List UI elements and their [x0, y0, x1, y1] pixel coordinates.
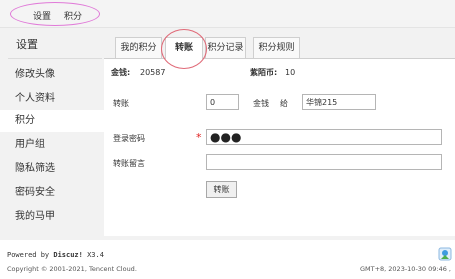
gold-label: 金钱:: [111, 68, 131, 77]
sidebar-item-vest[interactable]: 我的马甲: [0, 206, 104, 228]
gold-value: 20587: [140, 68, 166, 77]
highlight-oval: [10, 2, 100, 26]
message-label: 转账留言: [113, 159, 145, 168]
sidebar: 设置 修改头像 个人资料 积分 用户组 隐私筛选 密码安全 我的马甲: [0, 28, 104, 236]
powered-version: X3.4: [82, 251, 104, 259]
highlight-oval: [161, 29, 207, 69]
topnav-settings-link[interactable]: 设置: [33, 9, 51, 22]
tab-credit-rules[interactable]: 积分规则: [253, 37, 300, 59]
purple-coin-value: 10: [285, 68, 296, 77]
server-timestamp: GMT+8, 2023-10-30 09:46 ,: [359, 265, 451, 273]
topnav-credits-link[interactable]: 积分: [64, 9, 82, 22]
powered-by: Powered by Discuz! X3.4: [7, 251, 104, 259]
currency-label: 金钱: [253, 99, 269, 108]
powered-prefix: Powered by: [7, 251, 54, 259]
main-panel: 我的积分 转账 积分记录 积分规则 金钱: 20587 紫陌币: 10 转账 金…: [104, 28, 455, 236]
sidebar-item-security[interactable]: 密码安全: [0, 182, 104, 204]
purple-coin-label: 紫陌币:: [250, 68, 278, 77]
transfer-submit-button[interactable]: 转账: [206, 181, 237, 198]
amount-input[interactable]: [206, 94, 239, 110]
sidebar-item-privacy[interactable]: 隐私筛选: [0, 158, 104, 180]
password-input[interactable]: ●●●: [206, 129, 442, 145]
sidebar-item-profile[interactable]: 个人资料: [0, 88, 104, 110]
sidebar-item-avatar[interactable]: 修改头像: [0, 64, 104, 86]
discuz-brand-link[interactable]: Discuz!: [53, 251, 83, 259]
message-input[interactable]: [206, 154, 442, 170]
share-icon[interactable]: [438, 247, 452, 261]
tab-credit-log[interactable]: 积分记录: [205, 37, 246, 59]
required-mark: *: [196, 131, 202, 144]
copyright-text: Copyright © 2001-2021, Tencent Cloud.: [7, 265, 137, 273]
transfer-label: 转账: [113, 99, 129, 108]
to-label: 给: [280, 99, 288, 108]
sidebar-title: 设置: [16, 38, 38, 51]
password-mask: ●●●: [210, 130, 242, 144]
tab-my-credits[interactable]: 我的积分: [115, 37, 162, 59]
sidebar-item-credits[interactable]: 积分: [0, 110, 104, 132]
tab-bar: 我的积分 转账 积分记录 积分规则: [104, 28, 455, 69]
sidebar-divider: [8, 58, 102, 59]
sidebar-item-usergroup[interactable]: 用户组: [0, 134, 104, 156]
top-nav-bar: 设置 积分: [0, 0, 455, 28]
recipient-input[interactable]: [302, 94, 376, 110]
password-label: 登录密码: [113, 134, 145, 143]
